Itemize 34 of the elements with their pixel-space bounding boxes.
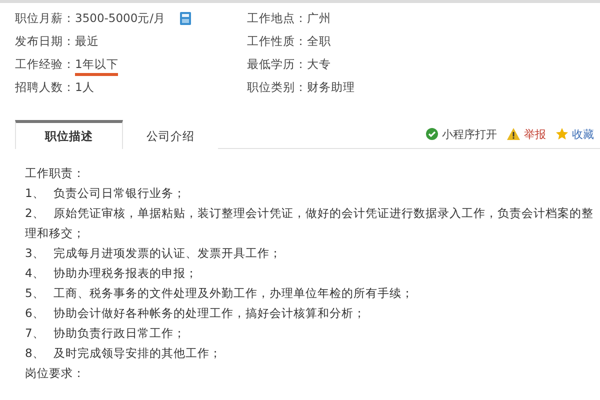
field-value: 1年以下 — [75, 57, 118, 76]
field-value: 全职 — [307, 34, 331, 49]
duty-item: 1、 负责公司日常银行业务； — [25, 185, 186, 202]
duty-item: 2、 原始凭证审核，单据粘贴，装订整理会计凭证，做好的会计凭证进行数据录入工作，负责会计档案的整理和移交； — [25, 205, 594, 242]
field-value: 财务助理 — [307, 80, 355, 95]
duty-item: 4、 协助办理税务报表的申报； — [25, 265, 198, 282]
action-link[interactable]: 小程序打开 — [442, 126, 497, 142]
action-link[interactable]: 收藏 — [572, 126, 594, 142]
section-heading: 岗位要求： — [25, 365, 86, 382]
field-label: 工作经验： — [15, 57, 75, 72]
field-label: 招聘人数： — [15, 80, 75, 95]
check-circle-icon — [426, 128, 438, 140]
field-label: 职位类别： — [247, 80, 307, 95]
duty-item: 6、 协助会计做好各种帐务的处理工作，搞好会计核算和分析； — [25, 305, 366, 322]
calculator-icon[interactable] — [180, 12, 191, 25]
field-label: 发布日期： — [15, 34, 75, 49]
field-label: 职位月薪： — [15, 11, 75, 26]
duty-item: 3、 完成每月进项发票的认证、发票开具工作； — [25, 245, 282, 262]
field-value: 大专 — [307, 57, 331, 72]
field-value: 1人 — [75, 80, 94, 95]
field-label: 工作性质： — [247, 34, 307, 49]
warning-icon — [507, 128, 520, 140]
section-heading: 工作职责： — [25, 165, 86, 182]
field-label: 工作地点： — [247, 11, 307, 26]
field-value: 广州 — [307, 11, 331, 26]
field-value: 最近 — [75, 34, 99, 49]
duty-item: 7、 协助负责行政日常工作； — [25, 325, 186, 342]
duty-item: 8、 及时完成领导安排的其他工作； — [25, 345, 222, 362]
action-link[interactable]: 举报 — [524, 126, 546, 142]
duty-item: 5、 工商、税务事务的文件处理及外勤工作，办理单位年检的所有手续； — [25, 285, 414, 302]
tab[interactable]: 职位描述 — [15, 120, 123, 149]
star-icon — [556, 128, 568, 140]
field-value: 3500-5000元/月 — [75, 11, 166, 26]
field-label: 最低学历： — [247, 57, 307, 72]
